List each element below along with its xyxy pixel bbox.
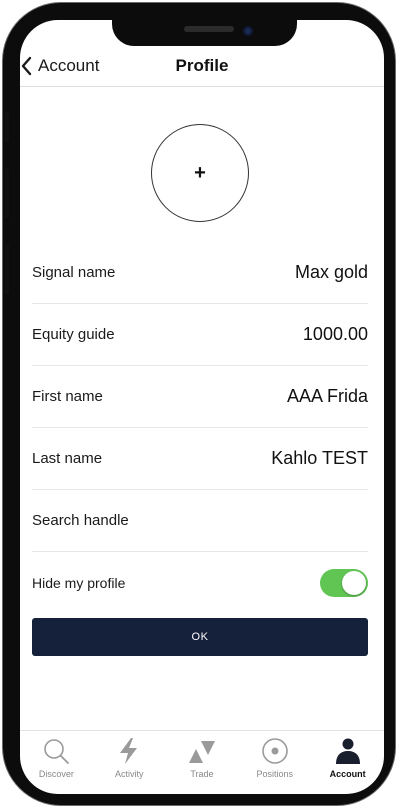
speaker-grille — [184, 26, 234, 32]
last-name-label: Last name — [32, 450, 103, 467]
tab-positions[interactable]: Positions — [238, 731, 311, 794]
volume-down-button — [5, 244, 9, 294]
nav-bar: Account Profile — [20, 46, 384, 87]
front-camera — [243, 26, 253, 36]
last-name-value[interactable]: Kahlo TEST — [271, 448, 368, 469]
equity-guide-row[interactable]: Equity guide 1000.00 — [32, 304, 368, 366]
first-name-row[interactable]: First name AAA Frida — [32, 366, 368, 428]
equity-guide-value[interactable]: 1000.00 — [303, 324, 368, 345]
search-icon — [44, 739, 70, 764]
signal-name-row[interactable]: Signal name Max gold — [32, 242, 368, 304]
plus-icon: + — [194, 162, 206, 184]
ok-button[interactable]: OK — [32, 618, 368, 656]
target-icon — [261, 738, 288, 764]
tab-account-label: Account — [329, 769, 366, 779]
tab-positions-label: Positions — [256, 769, 294, 779]
silent-switch — [5, 112, 9, 142]
tab-discover-label: Discover — [38, 769, 74, 779]
tab-trade[interactable]: Trade — [166, 731, 239, 794]
volume-up-button — [5, 168, 9, 218]
tab-discover[interactable]: Discover — [20, 731, 93, 794]
equity-guide-label: Equity guide — [32, 326, 115, 343]
tab-activity-label: Activity — [114, 769, 144, 779]
first-name-value[interactable]: AAA Frida — [287, 386, 368, 407]
hide-profile-label: Hide my profile — [32, 575, 126, 591]
search-handle-row[interactable]: Search handle — [32, 490, 368, 552]
screen: Account Profile + Signal name Max gold E… — [20, 20, 384, 794]
page-title: Profile — [175, 56, 229, 75]
tab-bar: Discover Activity Trade Positions Accoun… — [20, 730, 384, 794]
signal-name-value[interactable]: Max gold — [295, 262, 368, 283]
tab-trade-label: Trade — [190, 769, 214, 779]
trade-arrows-icon — [188, 741, 215, 763]
signal-name-label: Signal name — [32, 264, 116, 281]
search-handle-label: Search handle — [32, 512, 129, 529]
last-name-row[interactable]: Last name Kahlo TEST — [32, 428, 368, 490]
avatar-upload[interactable]: + — [151, 124, 249, 222]
toggle-knob — [342, 571, 366, 595]
person-icon — [335, 738, 360, 764]
lightning-icon — [120, 738, 138, 764]
notch — [112, 20, 297, 46]
profile-form: Signal name Max gold Equity guide 1000.0… — [32, 242, 368, 552]
hide-profile-toggle[interactable] — [320, 569, 368, 597]
tab-activity[interactable]: Activity — [93, 731, 166, 794]
tab-account[interactable]: Account — [311, 731, 384, 794]
first-name-label: First name — [32, 388, 103, 405]
hide-profile-row: Hide my profile — [32, 566, 368, 600]
